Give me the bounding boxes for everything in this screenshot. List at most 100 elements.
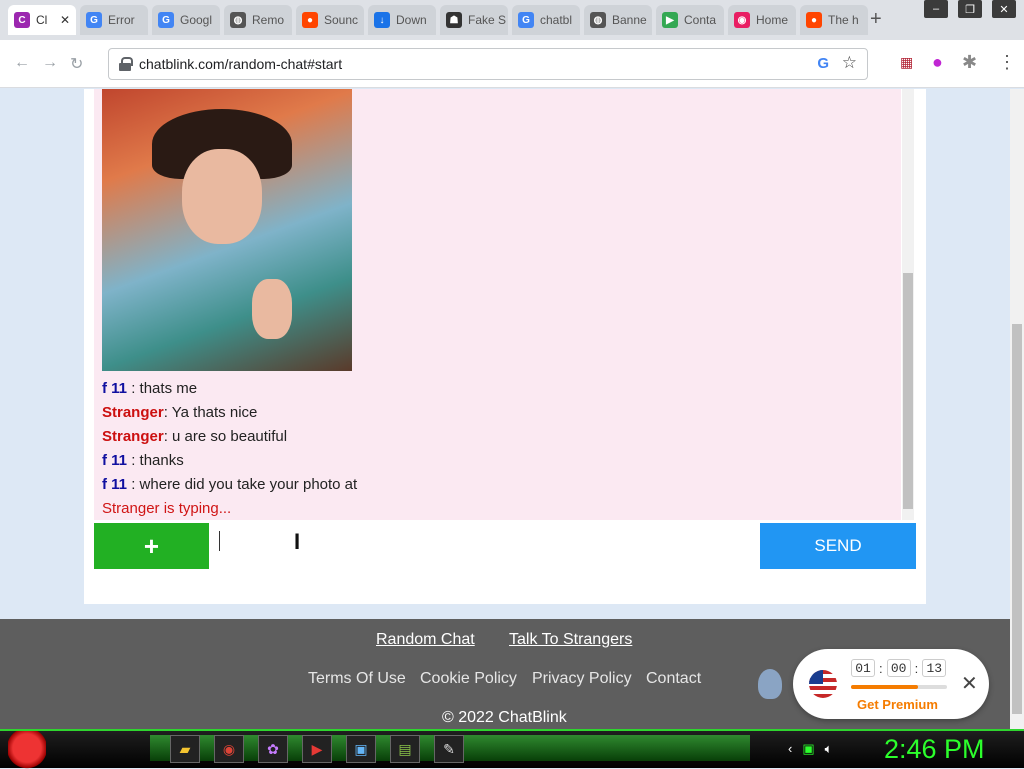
add-attachment-button[interactable]: + [94, 523, 209, 569]
message-text: Ya thats nice [171, 404, 258, 421]
start-button-icon[interactable] [8, 731, 46, 769]
address-bar[interactable]: chatblink.com/random-chat#start G ☆ [108, 48, 868, 80]
tab-11[interactable]: ● The h [800, 5, 868, 35]
restore-button[interactable]: ❐ [958, 0, 982, 18]
photo-face [182, 149, 262, 244]
timer-hours: 01 [851, 659, 875, 677]
app-flower-icon[interactable]: ✿ [258, 735, 288, 763]
message-text: u are so beautiful [172, 428, 288, 445]
browser-toolbar: ← → ↻ chatblink.com/random-chat#start G … [0, 40, 1024, 88]
taskbar-clock[interactable]: 2:46 PM [884, 734, 985, 765]
page-scrollbar[interactable] [1010, 89, 1024, 729]
chat-message: f 11 : thanks [102, 449, 357, 473]
chat-log: f 11 : thats me Stranger: Ya thats nice St… [94, 89, 901, 520]
premium-popup[interactable]: 01: 00: 13 Get Premium ✕ [793, 649, 989, 719]
close-icon[interactable]: ✕ [961, 671, 978, 696]
tab-9[interactable]: ▶ Conta [656, 5, 724, 35]
chat-message: Stranger: Ya thats nice [102, 401, 357, 425]
volume-icon[interactable]: 🔈︎ [825, 741, 833, 757]
window-controls: – ❐ ✕ [924, 0, 1016, 18]
tab-favicon-icon: G [518, 12, 534, 28]
extensions-puzzle-icon[interactable]: ✱ [962, 52, 977, 73]
forward-icon[interactable]: → [42, 54, 58, 72]
tab-7[interactable]: Gchatbl [512, 5, 580, 35]
google-icon[interactable]: G [817, 55, 829, 72]
footer-link-terms[interactable]: Terms Of Use [308, 670, 406, 688]
chat-card: f 11 : thats me Stranger: Ya thats nice St… [84, 89, 926, 604]
tab-10[interactable]: ◉ Home [728, 5, 796, 35]
tab-label: Conta [684, 13, 717, 27]
premium-timer: 01: 00: 13 [851, 659, 947, 677]
message-separator: : [163, 428, 173, 445]
footer-link-privacy-policy[interactable]: Privacy Policy [532, 670, 632, 688]
tray-arrow-icon[interactable]: ‹ [788, 741, 792, 757]
bookmark-star-icon[interactable]: ☆ [842, 53, 857, 73]
timer-minutes: 00 [886, 659, 911, 677]
footer-link-random-chat[interactable]: Random Chat [376, 631, 475, 649]
copyright-text: © 2022 ChatBlink [442, 709, 567, 726]
tab-4[interactable]: ● Sounc [296, 5, 364, 35]
message-list: f 11 : thats me Stranger: Ya thats nice St… [102, 377, 357, 520]
notes-app-icon[interactable]: ▤ [390, 735, 420, 763]
chat-message: f 11 : thats me [102, 377, 357, 401]
flame-icon[interactable] [758, 669, 782, 699]
message-sender: f 11 [102, 476, 128, 493]
chat-scrollbar[interactable] [902, 89, 914, 520]
message-sender: Stranger [102, 404, 164, 421]
us-flag-extension-icon[interactable]: ▦ [900, 54, 913, 71]
tab-6[interactable]: ☗ Fake S [440, 5, 508, 35]
premium-progress-bar [851, 685, 947, 689]
page-scrollbar-thumb[interactable] [1012, 324, 1022, 714]
shared-photo[interactable] [102, 89, 352, 371]
tab-0[interactable]: C Cl ✕ [8, 5, 76, 35]
system-tray: ‹ ▣ 🔈︎ [788, 741, 832, 757]
new-tab-button[interactable]: + [870, 8, 882, 31]
message-text: where did you take your photo at [139, 476, 358, 493]
tab-2[interactable]: G Googl [152, 5, 220, 35]
footer-link-contact[interactable]: Contact [646, 670, 701, 688]
file-explorer-icon[interactable]: ▰ [170, 735, 200, 763]
window-app-icon[interactable]: ▣ [346, 735, 376, 763]
chrome-icon[interactable]: ◉ [214, 735, 244, 763]
menu-kebab-icon[interactable]: ⋮ [998, 52, 1016, 73]
send-button[interactable]: SEND [760, 523, 916, 569]
media-app-icon[interactable]: ▶ [302, 735, 332, 763]
minimize-button[interactable]: – [924, 0, 948, 18]
chat-message: f 11 : where did you take your photo at [102, 473, 357, 497]
tab-label: Sounc [324, 13, 359, 27]
tab-3[interactable]: ◍ Remo [224, 5, 292, 35]
tab-label: The h [828, 13, 859, 27]
tab-label: Cl [36, 13, 48, 27]
page-content: f 11 : thats me Stranger: Ya thats nice St… [0, 89, 1010, 729]
url-text: chatblink.com/random-chat#start [139, 56, 343, 72]
extension-s-icon[interactable]: ● [932, 52, 943, 73]
close-window-button[interactable]: ✕ [992, 0, 1016, 18]
footer-link-talk-to-strangers[interactable]: Talk To Strangers [509, 631, 632, 649]
back-icon[interactable]: ← [14, 54, 30, 72]
tab-label: Remo [252, 13, 285, 27]
tab-favicon-icon: ▶ [662, 12, 678, 28]
message-text: thanks [139, 452, 184, 469]
reload-icon[interactable]: ↻ [70, 54, 83, 74]
os-taskbar: ▰ ◉ ✿ ▶ ▣ ▤ ✎ ‹ ▣ 🔈︎ 2:46 PM [0, 729, 1024, 769]
tab-1[interactable]: G Error [80, 5, 148, 35]
chat-scrollbar-thumb[interactable] [903, 273, 913, 509]
message-separator: : [127, 476, 140, 493]
tab-close-icon[interactable]: ✕ [60, 13, 70, 27]
footer-link-cookie-policy[interactable]: Cookie Policy [420, 670, 517, 688]
tab-8[interactable]: ◍ Banne [584, 5, 652, 35]
paint-app-icon[interactable]: ✎ [434, 735, 464, 763]
text-caret [219, 531, 220, 551]
tab-5[interactable]: ↓ Down [368, 5, 436, 35]
get-premium-link[interactable]: Get Premium [857, 697, 938, 712]
tab-favicon-icon: C [14, 12, 30, 28]
network-icon[interactable]: ▣ [802, 741, 814, 757]
chat-message: Stranger: u are so beautiful [102, 425, 357, 449]
tab-label: Banne [612, 13, 647, 27]
tab-favicon-icon: ● [302, 12, 318, 28]
photo-hand [252, 279, 292, 339]
tab-label: Home [756, 13, 789, 27]
ibeam-cursor-icon: I [294, 529, 301, 554]
message-input[interactable] [209, 523, 760, 569]
lock-icon [119, 57, 133, 71]
